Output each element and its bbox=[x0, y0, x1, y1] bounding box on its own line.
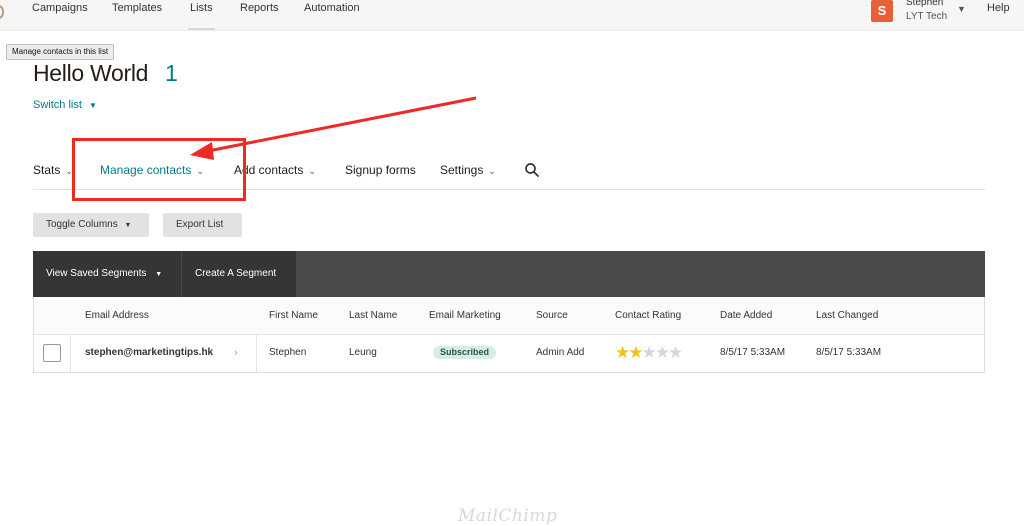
mailchimp-logo-icon[interactable] bbox=[0, 5, 4, 19]
view-saved-segments-button[interactable]: View Saved Segments ▼ bbox=[33, 251, 181, 297]
star-empty-icon[interactable]: ★ bbox=[642, 343, 657, 362]
annotation-highlight-box bbox=[72, 138, 246, 201]
mailchimp-watermark: MailChimp bbox=[458, 506, 558, 526]
column-header-date-added[interactable]: Date Added bbox=[720, 310, 772, 321]
toggle-columns-label: Toggle Columns bbox=[46, 219, 118, 230]
contact-rating-stars[interactable]: ★★★★★ bbox=[615, 343, 683, 363]
contact-last-name: Leung bbox=[349, 347, 377, 358]
tab-label: Signup forms bbox=[345, 163, 416, 177]
column-header-email-marketing[interactable]: Email Marketing bbox=[429, 310, 501, 321]
contact-email[interactable]: stephen@marketingtips.hk bbox=[85, 347, 213, 358]
tab-label: Stats bbox=[33, 163, 61, 177]
view-saved-segments-label: View Saved Segments bbox=[46, 268, 147, 279]
page-title: Hello World bbox=[33, 60, 149, 86]
search-icon[interactable] bbox=[524, 162, 540, 178]
tooltip: Manage contacts in this list bbox=[6, 44, 115, 60]
segment-bar: View Saved Segments ▼ Create A Segment bbox=[33, 251, 985, 297]
account-name[interactable]: Stephen bbox=[906, 0, 943, 8]
toggle-columns-button[interactable]: Toggle Columns ▼ bbox=[33, 213, 149, 237]
cell-divider bbox=[70, 335, 71, 372]
star-filled-icon[interactable]: ★ bbox=[615, 343, 630, 362]
contact-date-added: 8/5/17 5:33AM bbox=[720, 347, 786, 358]
column-header-last-name[interactable]: Last Name bbox=[349, 310, 397, 321]
contact-first-name: Stephen bbox=[269, 347, 307, 358]
contacts-table: Email Address First Name Last Name Email… bbox=[33, 297, 985, 373]
tab-signup-forms[interactable]: Signup forms bbox=[345, 163, 416, 177]
column-header-contact-rating[interactable]: Contact Rating bbox=[615, 310, 681, 321]
nav-campaigns[interactable]: Campaigns bbox=[32, 2, 88, 14]
star-empty-icon[interactable]: ★ bbox=[668, 343, 683, 362]
tab-stats[interactable]: Stats ⌄ bbox=[33, 163, 73, 177]
star-empty-icon[interactable]: ★ bbox=[655, 343, 670, 362]
contact-source: Admin Add bbox=[536, 347, 585, 358]
tab-settings[interactable]: Settings ⌄ bbox=[440, 163, 496, 177]
row-checkbox[interactable] bbox=[43, 344, 61, 362]
column-header-last-changed[interactable]: Last Changed bbox=[816, 310, 878, 321]
column-header-source[interactable]: Source bbox=[536, 310, 568, 321]
chevron-down-icon: ⌄ bbox=[308, 166, 316, 176]
column-header-email[interactable]: Email Address bbox=[85, 310, 149, 321]
chevron-down-icon: ⌄ bbox=[488, 166, 496, 176]
nav-help[interactable]: Help bbox=[987, 2, 1010, 14]
contact-last-changed: 8/5/17 5:33AM bbox=[816, 347, 882, 358]
switch-list-label: Switch list bbox=[33, 99, 82, 111]
create-segment-button[interactable]: Create A Segment bbox=[182, 251, 296, 297]
nav-reports[interactable]: Reports bbox=[240, 2, 279, 14]
export-list-button[interactable]: Export List bbox=[163, 213, 242, 237]
star-filled-icon[interactable]: ★ bbox=[628, 343, 643, 362]
top-nav-bar: Campaigns Templates Lists Reports Automa… bbox=[0, 0, 1024, 31]
nav-automation[interactable]: Automation bbox=[304, 2, 360, 14]
switch-list-link[interactable]: Switch list ▼ bbox=[33, 99, 97, 111]
column-header-first-name[interactable]: First Name bbox=[269, 310, 318, 321]
table-row[interactable]: stephen@marketingtips.hk › Stephen Leung… bbox=[34, 335, 984, 372]
chevron-down-icon: ▼ bbox=[88, 101, 97, 110]
tab-add-contacts[interactable]: Add contacts ⌄ bbox=[234, 163, 316, 177]
chevron-right-icon[interactable]: › bbox=[234, 347, 238, 359]
account-avatar[interactable]: S bbox=[871, 0, 893, 22]
list-count: 1 bbox=[165, 60, 178, 86]
table-header: Email Address First Name Last Name Email… bbox=[34, 297, 984, 335]
account-org[interactable]: LYT Tech bbox=[906, 11, 947, 22]
chevron-down-icon: ▼ bbox=[124, 222, 132, 229]
cell-divider bbox=[256, 335, 257, 372]
account-chevron-down-icon[interactable]: ▼ bbox=[957, 4, 966, 14]
nav-templates[interactable]: Templates bbox=[112, 2, 162, 14]
nav-lists[interactable]: Lists bbox=[188, 2, 215, 30]
tab-label: Settings bbox=[440, 163, 484, 177]
subscribed-status-badge: Subscribed bbox=[433, 346, 497, 359]
chevron-down-icon: ▼ bbox=[155, 271, 163, 278]
